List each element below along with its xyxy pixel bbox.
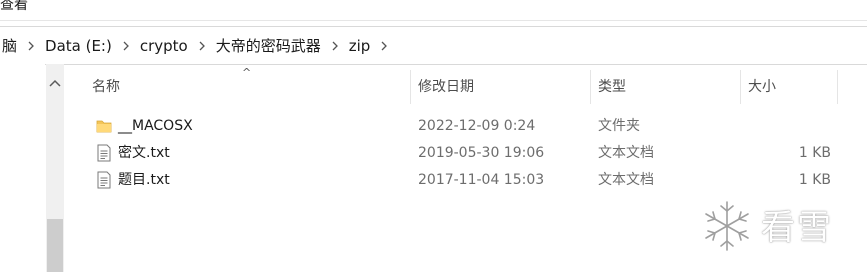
- chevron-right-icon[interactable]: [114, 39, 138, 53]
- chevron-right-icon[interactable]: [323, 39, 347, 53]
- ribbon-view-tab[interactable]: 查看: [0, 0, 28, 14]
- ribbon-bar: 查看: [0, 0, 867, 21]
- folder-icon: [95, 117, 113, 135]
- file-modified: 2017-11-04 15:03: [418, 172, 545, 188]
- file-type: 文本文档: [598, 172, 654, 188]
- file-name: 密文.txt: [118, 145, 170, 161]
- file-row-ciphertext[interactable]: 密文.txt 2019-05-30 19:06 文本文档 1 KB: [65, 140, 865, 166]
- column-header-name[interactable]: 名称: [92, 70, 120, 104]
- breadcrumb: 脑 Data (E:) crypto 大帝的密码武器 zip: [0, 27, 396, 64]
- navigation-pane: [0, 64, 45, 272]
- file-size: 1 KB: [798, 172, 831, 188]
- scroll-up-arrow-icon[interactable]: [49, 72, 61, 91]
- column-divider[interactable]: [410, 70, 411, 104]
- address-bar[interactable]: 脑 Data (E:) crypto 大帝的密码武器 zip: [0, 26, 867, 65]
- watermark-text: 看雪: [761, 208, 833, 248]
- column-divider[interactable]: [837, 70, 838, 104]
- chevron-right-icon[interactable]: [372, 39, 396, 53]
- file-modified: 2022-12-09 0:24: [418, 118, 536, 134]
- breadcrumb-item-crypto[interactable]: crypto: [138, 37, 190, 55]
- file-row-question[interactable]: 题目.txt 2017-11-04 15:03 文本文档 1 KB: [65, 167, 865, 193]
- text-file-icon: [95, 144, 113, 162]
- chevron-right-icon[interactable]: [19, 39, 43, 53]
- breadcrumb-item-zip[interactable]: zip: [347, 37, 373, 55]
- file-size: 1 KB: [798, 145, 831, 161]
- column-header: ^ 名称 修改日期 类型 大小: [65, 64, 867, 110]
- file-name: __MACOSX: [118, 118, 193, 134]
- column-header-size[interactable]: 大小: [748, 70, 776, 104]
- file-name: 题目.txt: [118, 172, 170, 188]
- column-divider[interactable]: [590, 70, 591, 104]
- breadcrumb-item-folder[interactable]: 大帝的密码武器: [214, 35, 323, 56]
- breadcrumb-item-this-pc[interactable]: 脑: [0, 35, 19, 56]
- column-header-modified[interactable]: 修改日期: [418, 70, 474, 104]
- sort-ascending-icon: ^: [242, 66, 252, 79]
- file-modified: 2019-05-30 19:06: [418, 145, 545, 161]
- vertical-scrollbar[interactable]: [46, 64, 64, 272]
- text-file-icon: [95, 171, 113, 189]
- chevron-right-icon[interactable]: [190, 39, 214, 53]
- snowflake-icon: [699, 198, 755, 258]
- scrollbar-thumb[interactable]: [47, 219, 63, 272]
- file-row-macosx[interactable]: __MACOSX 2022-12-09 0:24 文件夹: [65, 113, 865, 139]
- breadcrumb-item-data-drive[interactable]: Data (E:): [43, 37, 114, 55]
- file-type: 文本文档: [598, 145, 654, 161]
- column-header-type[interactable]: 类型: [598, 70, 626, 104]
- file-type: 文件夹: [598, 118, 640, 134]
- watermark: 看雪: [699, 196, 859, 256]
- column-divider[interactable]: [740, 70, 741, 104]
